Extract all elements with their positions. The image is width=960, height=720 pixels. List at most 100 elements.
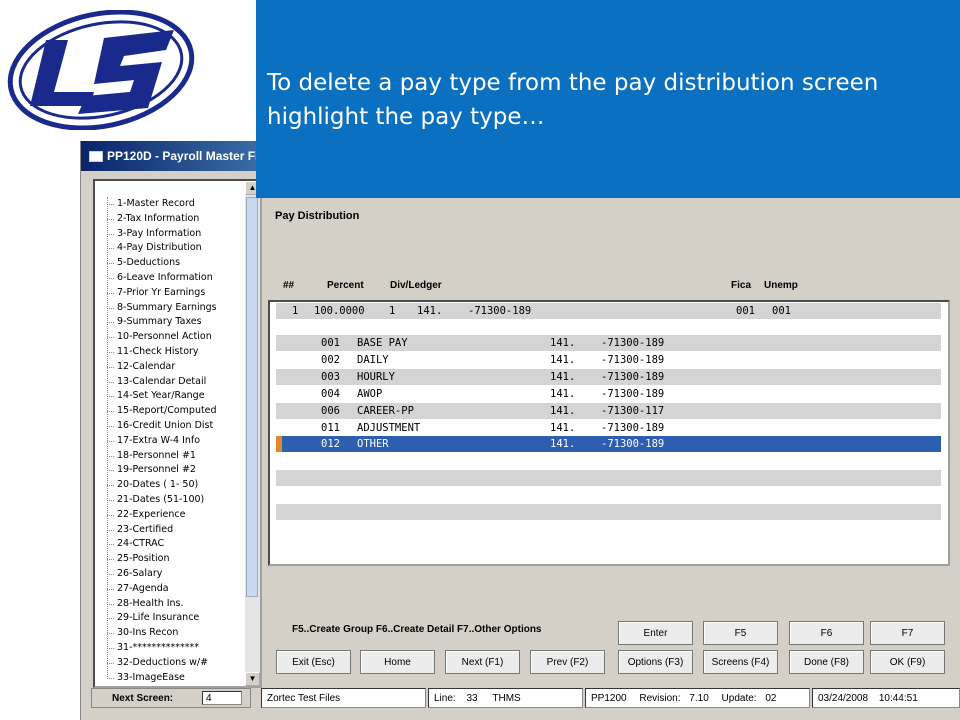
line-label: Line: bbox=[434, 693, 456, 704]
payroll-master-window: PP120D - Payroll Master Fi 1-Master Reco… bbox=[80, 141, 960, 720]
nav-item[interactable]: 18-Personnel #1 bbox=[95, 449, 245, 464]
pay-account: -71300-117 bbox=[601, 405, 665, 417]
user-value: THMS bbox=[492, 693, 521, 704]
f7-button[interactable]: F7 bbox=[870, 621, 945, 645]
home-button[interactable]: Home bbox=[360, 650, 435, 674]
nav-item[interactable]: 28-Health Ins. bbox=[95, 597, 245, 612]
window-titlebar: PP120D - Payroll Master Fi bbox=[81, 141, 261, 171]
nav-item[interactable]: 5-Deductions bbox=[95, 256, 245, 271]
screen-nav-tree[interactable]: 1-Master Record 2-Tax Information 3-Pay In… bbox=[93, 179, 262, 688]
done-button[interactable]: Done (F8) bbox=[789, 650, 864, 674]
pay-fund: 141. bbox=[550, 422, 576, 434]
pay-row[interactable]: 006 CAREER-PP 141. -71300-117 bbox=[276, 403, 941, 419]
pay-code: 001 bbox=[321, 337, 340, 349]
pay-name: OTHER bbox=[357, 438, 389, 450]
nav-item[interactable]: 4-Pay Distribution bbox=[95, 241, 245, 256]
pay-fund: 141. bbox=[550, 371, 576, 383]
next-screen-input[interactable]: 4 bbox=[202, 691, 242, 705]
revision-value: 7.10 bbox=[689, 693, 709, 704]
nav-item[interactable]: 3-Pay Information bbox=[95, 227, 245, 242]
col-header-num: ## bbox=[283, 280, 295, 291]
nav-item[interactable]: 33-ImageEase bbox=[95, 671, 245, 686]
status-bar: Next Screen: 4 Zortec Test Files Line: 3… bbox=[81, 688, 960, 710]
pay-row[interactable]: 003 HOURLY 141. -71300-189 bbox=[276, 369, 941, 385]
pay-name: CAREER-PP bbox=[357, 405, 414, 417]
summary-unemp: 001 bbox=[772, 305, 791, 317]
nav-item[interactable]: 27-Agenda bbox=[95, 582, 245, 597]
pay-fund: 141. bbox=[550, 354, 576, 366]
nav-item[interactable]: 12-Calendar bbox=[95, 360, 245, 375]
nav-item[interactable]: 23-Certified bbox=[95, 523, 245, 538]
empty-row[interactable] bbox=[276, 504, 941, 520]
nav-item[interactable]: 11-Check History bbox=[95, 345, 245, 360]
pay-fund: 141. bbox=[550, 388, 576, 400]
col-header-fica: Fica bbox=[731, 280, 752, 291]
pay-fund: 141. bbox=[550, 438, 576, 450]
pay-account: -71300-189 bbox=[601, 422, 665, 434]
pay-account: -71300-189 bbox=[601, 371, 665, 383]
scroll-thumb[interactable] bbox=[246, 197, 258, 597]
empty-row[interactable] bbox=[276, 470, 941, 486]
pay-row[interactable]: 011 ADJUSTMENT 141. -71300-189 bbox=[276, 420, 941, 436]
pay-name: HOURLY bbox=[357, 371, 395, 383]
empty-row[interactable] bbox=[276, 487, 941, 503]
nav-item[interactable]: 15-Report/Computed bbox=[95, 404, 245, 419]
f5-button[interactable]: F5 bbox=[703, 621, 778, 645]
enter-button[interactable]: Enter bbox=[618, 621, 693, 645]
next-button[interactable]: Next (F1) bbox=[445, 650, 520, 674]
nav-item[interactable]: 21-Dates (51-100) bbox=[95, 493, 245, 508]
nav-item[interactable]: 29-Life Insurance bbox=[95, 611, 245, 626]
nav-item[interactable]: 2-Tax Information bbox=[95, 212, 245, 227]
pay-row[interactable]: 004 AWOP 141. -71300-189 bbox=[276, 386, 941, 402]
exit-button[interactable]: Exit (Esc) bbox=[276, 650, 351, 674]
window-title: PP120D - Payroll Master Fi bbox=[107, 149, 259, 163]
pay-account: -71300-189 bbox=[601, 438, 665, 450]
ok-button[interactable]: OK (F9) bbox=[870, 650, 945, 674]
summary-ledger: 141. bbox=[417, 305, 443, 317]
pay-code: 002 bbox=[321, 354, 340, 366]
nav-item[interactable]: 20-Dates ( 1- 50) bbox=[95, 478, 245, 493]
update-label: Update: bbox=[721, 693, 757, 704]
nav-item[interactable]: 6-Leave Information bbox=[95, 271, 245, 286]
summary-row[interactable]: 1 100.0000 1 141. -71300-189 001 001 bbox=[276, 303, 941, 319]
nav-item[interactable]: 22-Experience bbox=[95, 508, 245, 523]
pay-account: -71300-189 bbox=[601, 337, 665, 349]
nav-item[interactable]: 16-Credit Union Dist bbox=[95, 419, 245, 434]
nav-item[interactable]: 30-Ins Recon bbox=[95, 626, 245, 641]
next-screen-label: Next Screen: bbox=[112, 693, 174, 704]
screens-button[interactable]: Screens (F4) bbox=[703, 650, 778, 674]
function-key-hints: F5..Create Group F6..Create Detail F7..O… bbox=[292, 624, 542, 635]
nav-item[interactable]: 1-Master Record bbox=[95, 197, 245, 212]
nav-item[interactable]: 17-Extra W-4 Info bbox=[95, 434, 245, 449]
pay-fund: 141. bbox=[550, 405, 576, 417]
summary-percent: 100.0000 bbox=[314, 305, 365, 317]
pay-row[interactable]: 002 DAILY 141. -71300-189 bbox=[276, 352, 941, 368]
f6-button[interactable]: F6 bbox=[789, 621, 864, 645]
nav-item[interactable]: 31-************** bbox=[95, 641, 245, 656]
pay-distribution-grid[interactable]: 1 100.0000 1 141. -71300-189 001 001 001… bbox=[268, 300, 950, 566]
nav-list: 1-Master Record 2-Tax Information 3-Pay In… bbox=[95, 197, 245, 685]
options-button[interactable]: Options (F3) bbox=[618, 650, 693, 674]
pay-name: BASE PAY bbox=[357, 337, 408, 349]
datetime-status: 03/24/2008 10:44:51 bbox=[812, 688, 960, 708]
nav-item[interactable]: 9-Summary Taxes bbox=[95, 315, 245, 330]
nav-item[interactable]: 26-Salary bbox=[95, 567, 245, 582]
pay-row-selected[interactable]: 012 OTHER 141. -71300-189 bbox=[276, 436, 941, 452]
ls-logo bbox=[7, 10, 195, 130]
nav-item[interactable]: 14-Set Year/Range bbox=[95, 389, 245, 404]
nav-item[interactable]: 24-CTRAC bbox=[95, 537, 245, 552]
scroll-down-icon[interactable]: ▼ bbox=[245, 672, 260, 686]
prev-button[interactable]: Prev (F2) bbox=[530, 650, 605, 674]
pay-code: 011 bbox=[321, 422, 340, 434]
nav-item[interactable]: 25-Position bbox=[95, 552, 245, 567]
nav-item[interactable]: 32-Deductions w/# bbox=[95, 656, 245, 671]
nav-scrollbar[interactable]: ▲ ▼ bbox=[245, 181, 260, 686]
pay-code: 003 bbox=[321, 371, 340, 383]
nav-item[interactable]: 8-Summary Earnings bbox=[95, 301, 245, 316]
pay-row[interactable]: 001 BASE PAY 141. -71300-189 bbox=[276, 335, 941, 351]
nav-item[interactable]: 10-Personnel Action bbox=[95, 330, 245, 345]
nav-item[interactable]: 19-Personnel #2 bbox=[95, 463, 245, 478]
nav-item[interactable]: 13-Calendar Detail bbox=[95, 375, 245, 390]
nav-item[interactable]: 7-Prior Yr Earnings bbox=[95, 286, 245, 301]
summary-div: 1 bbox=[389, 305, 396, 317]
